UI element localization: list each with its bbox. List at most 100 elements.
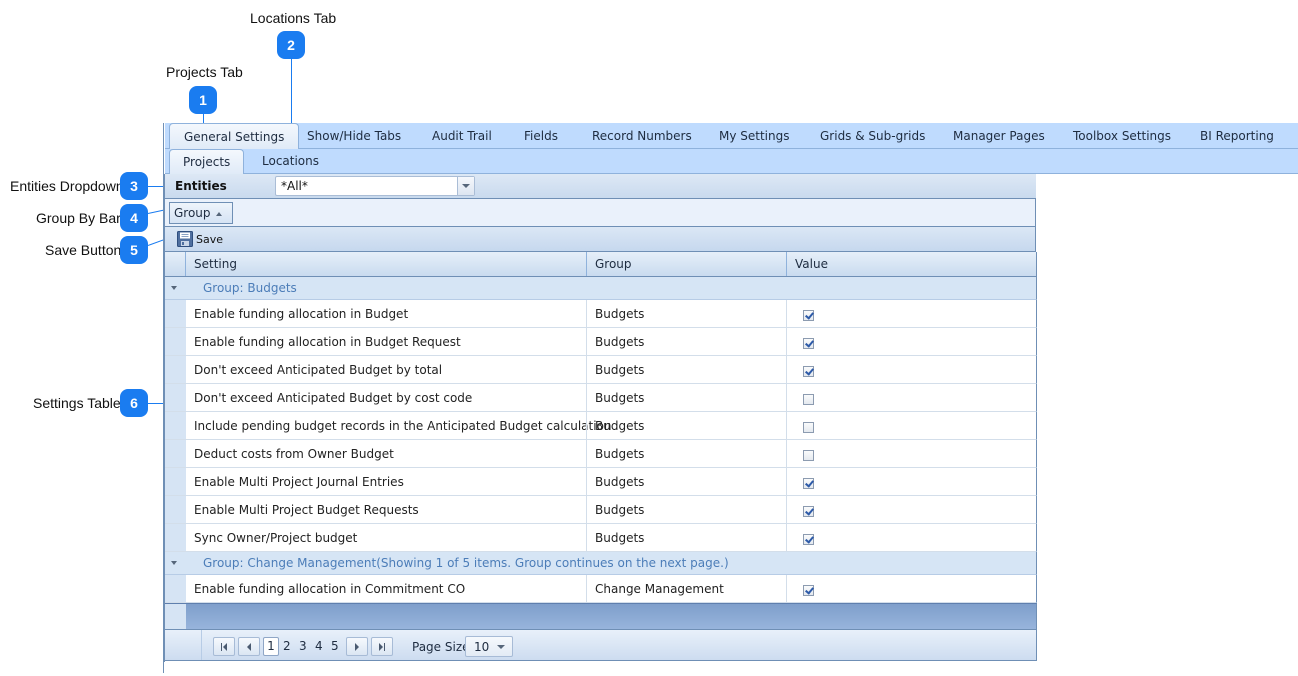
value-cell xyxy=(786,575,1036,603)
next-page-button[interactable] xyxy=(346,637,368,656)
table-row[interactable]: Don't exceed Anticipated Budget by total… xyxy=(165,356,1037,384)
callout-badge-2: 2 xyxy=(277,31,305,59)
value-cell xyxy=(786,440,1036,468)
setting-cell: Enable funding allocation in Budget xyxy=(194,307,409,321)
value-checkbox[interactable] xyxy=(803,394,814,405)
value-checkbox[interactable] xyxy=(803,534,814,545)
value-checkbox[interactable] xyxy=(803,506,814,517)
first-page-button[interactable] xyxy=(213,637,235,656)
table-row[interactable]: Enable funding allocation in Budget Budg… xyxy=(165,300,1037,328)
tab-fields[interactable]: Fields xyxy=(524,123,558,149)
chevron-down-icon xyxy=(462,184,470,188)
floppy-disk-icon xyxy=(177,231,193,247)
last-page-button[interactable] xyxy=(371,637,393,656)
row-indent xyxy=(165,412,186,439)
value-cell xyxy=(786,328,1036,356)
group-row-budgets[interactable]: Group: Budgets xyxy=(165,277,1037,300)
table-row[interactable]: Enable Multi Project Budget Requests Bud… xyxy=(165,496,1037,524)
tab-general-settings[interactable]: General Settings xyxy=(169,123,300,150)
tab-grids-sub-grids[interactable]: Grids & Sub-grids xyxy=(820,123,925,149)
callout-label-locations-tab: Locations Tab xyxy=(250,10,337,26)
callout-badge-5: 5 xyxy=(120,236,148,264)
setting-cell: Enable Multi Project Journal Entries xyxy=(194,475,404,489)
tab-show-hide-tabs[interactable]: Show/Hide Tabs xyxy=(307,123,401,149)
group-by-chip-group[interactable]: Group xyxy=(169,202,233,224)
group-cell: Budgets xyxy=(586,412,786,440)
group-cell: Budgets xyxy=(586,356,786,384)
page-number[interactable]: 2 xyxy=(283,639,291,653)
collapse-group-icon[interactable] xyxy=(171,286,177,290)
column-header-value[interactable]: Value xyxy=(786,252,1036,276)
toolbar: Save xyxy=(165,227,1036,252)
callout-label-save-button: Save Button xyxy=(45,242,122,258)
main-tab-strip: General Settings Show/Hide Tabs Audit Tr… xyxy=(165,123,1298,150)
tab-manager-pages[interactable]: Manager Pages xyxy=(953,123,1045,149)
value-cell xyxy=(786,300,1036,328)
group-row-change-management[interactable]: Group: Change Management(Showing 1 of 5 … xyxy=(165,552,1037,575)
column-header-group[interactable]: Group xyxy=(586,252,786,276)
value-cell xyxy=(786,524,1036,552)
entities-label: Entities xyxy=(175,179,227,193)
callout-leader-6 xyxy=(148,403,164,404)
save-button[interactable]: Save xyxy=(177,230,223,248)
value-checkbox[interactable] xyxy=(803,422,814,433)
column-header-setting[interactable]: Setting xyxy=(186,252,586,276)
page-number[interactable]: 5 xyxy=(331,639,339,653)
setting-cell: Don't exceed Anticipated Budget by total xyxy=(194,363,443,377)
page-number[interactable]: 4 xyxy=(315,639,323,653)
table-row[interactable]: Don't exceed Anticipated Budget by cost … xyxy=(165,384,1037,412)
value-checkbox[interactable] xyxy=(803,310,814,321)
tab-locations[interactable]: Locations xyxy=(262,149,319,174)
tab-bi-reporting[interactable]: BI Reporting xyxy=(1200,123,1274,149)
grid-footer-band xyxy=(165,603,1037,629)
group-cell: Budgets xyxy=(586,300,786,328)
setting-cell: Deduct costs from Owner Budget xyxy=(194,447,394,461)
callout-badge-4: 4 xyxy=(120,204,148,232)
entities-dropdown[interactable]: *All* xyxy=(275,176,475,196)
tab-my-settings[interactable]: My Settings xyxy=(719,123,790,149)
table-header: Setting Group Value xyxy=(165,252,1037,277)
value-checkbox[interactable] xyxy=(803,338,814,349)
tab-toolbox-settings[interactable]: Toolbox Settings xyxy=(1073,123,1171,149)
pager-separator xyxy=(201,630,202,660)
setting-cell: Don't exceed Anticipated Budget by cost … xyxy=(194,391,473,405)
callout-label-settings-table: Settings Table xyxy=(33,395,121,411)
table-row[interactable]: Sync Owner/Project budget Budgets xyxy=(165,524,1037,552)
value-cell xyxy=(786,468,1036,496)
value-cell xyxy=(786,412,1036,440)
tab-record-numbers[interactable]: Record Numbers xyxy=(592,123,692,149)
setting-cell: Enable Multi Project Budget Requests xyxy=(194,503,419,517)
row-indent xyxy=(165,328,186,355)
page-number-current[interactable]: 1 xyxy=(263,637,279,656)
table-row[interactable]: Include pending budget records in the An… xyxy=(165,412,1037,440)
previous-page-icon xyxy=(247,642,251,651)
callout-badge-1: 1 xyxy=(189,86,217,114)
table-row[interactable]: Enable funding allocation in Budget Requ… xyxy=(165,328,1037,356)
chevron-down-icon xyxy=(497,645,505,649)
table-row[interactable]: Deduct costs from Owner Budget Budgets xyxy=(165,440,1037,468)
page-number[interactable]: 3 xyxy=(299,639,307,653)
group-by-chip-label: Group xyxy=(174,206,211,220)
setting-cell: Enable funding allocation in Commitment … xyxy=(194,582,466,596)
group-cell: Budgets xyxy=(586,384,786,412)
row-indent xyxy=(165,575,186,602)
value-checkbox[interactable] xyxy=(803,585,814,596)
group-cell: Budgets xyxy=(586,496,786,524)
previous-page-button[interactable] xyxy=(238,637,260,656)
dropdown-arrow-button[interactable] xyxy=(457,177,474,195)
tab-projects[interactable]: Projects xyxy=(169,149,245,175)
first-page-icon xyxy=(221,642,227,651)
settings-table: Setting Group Value Group: Budgets Enabl… xyxy=(165,252,1037,661)
pager: 1 2 3 4 5 Page Size 10 xyxy=(165,629,1037,661)
value-checkbox[interactable] xyxy=(803,478,814,489)
group-title: Group: Change Management(Showing 1 of 5 … xyxy=(203,556,729,570)
table-row[interactable]: Enable funding allocation in Commitment … xyxy=(165,575,1037,603)
value-checkbox[interactable] xyxy=(803,450,814,461)
value-checkbox[interactable] xyxy=(803,366,814,377)
table-row[interactable]: Enable Multi Project Journal Entries Bud… xyxy=(165,468,1037,496)
tab-audit-trail[interactable]: Audit Trail xyxy=(432,123,492,149)
entities-dropdown-value: *All* xyxy=(281,179,308,193)
page-size-dropdown[interactable]: 10 xyxy=(465,636,513,657)
row-indent xyxy=(165,356,186,383)
collapse-group-icon[interactable] xyxy=(171,561,177,565)
